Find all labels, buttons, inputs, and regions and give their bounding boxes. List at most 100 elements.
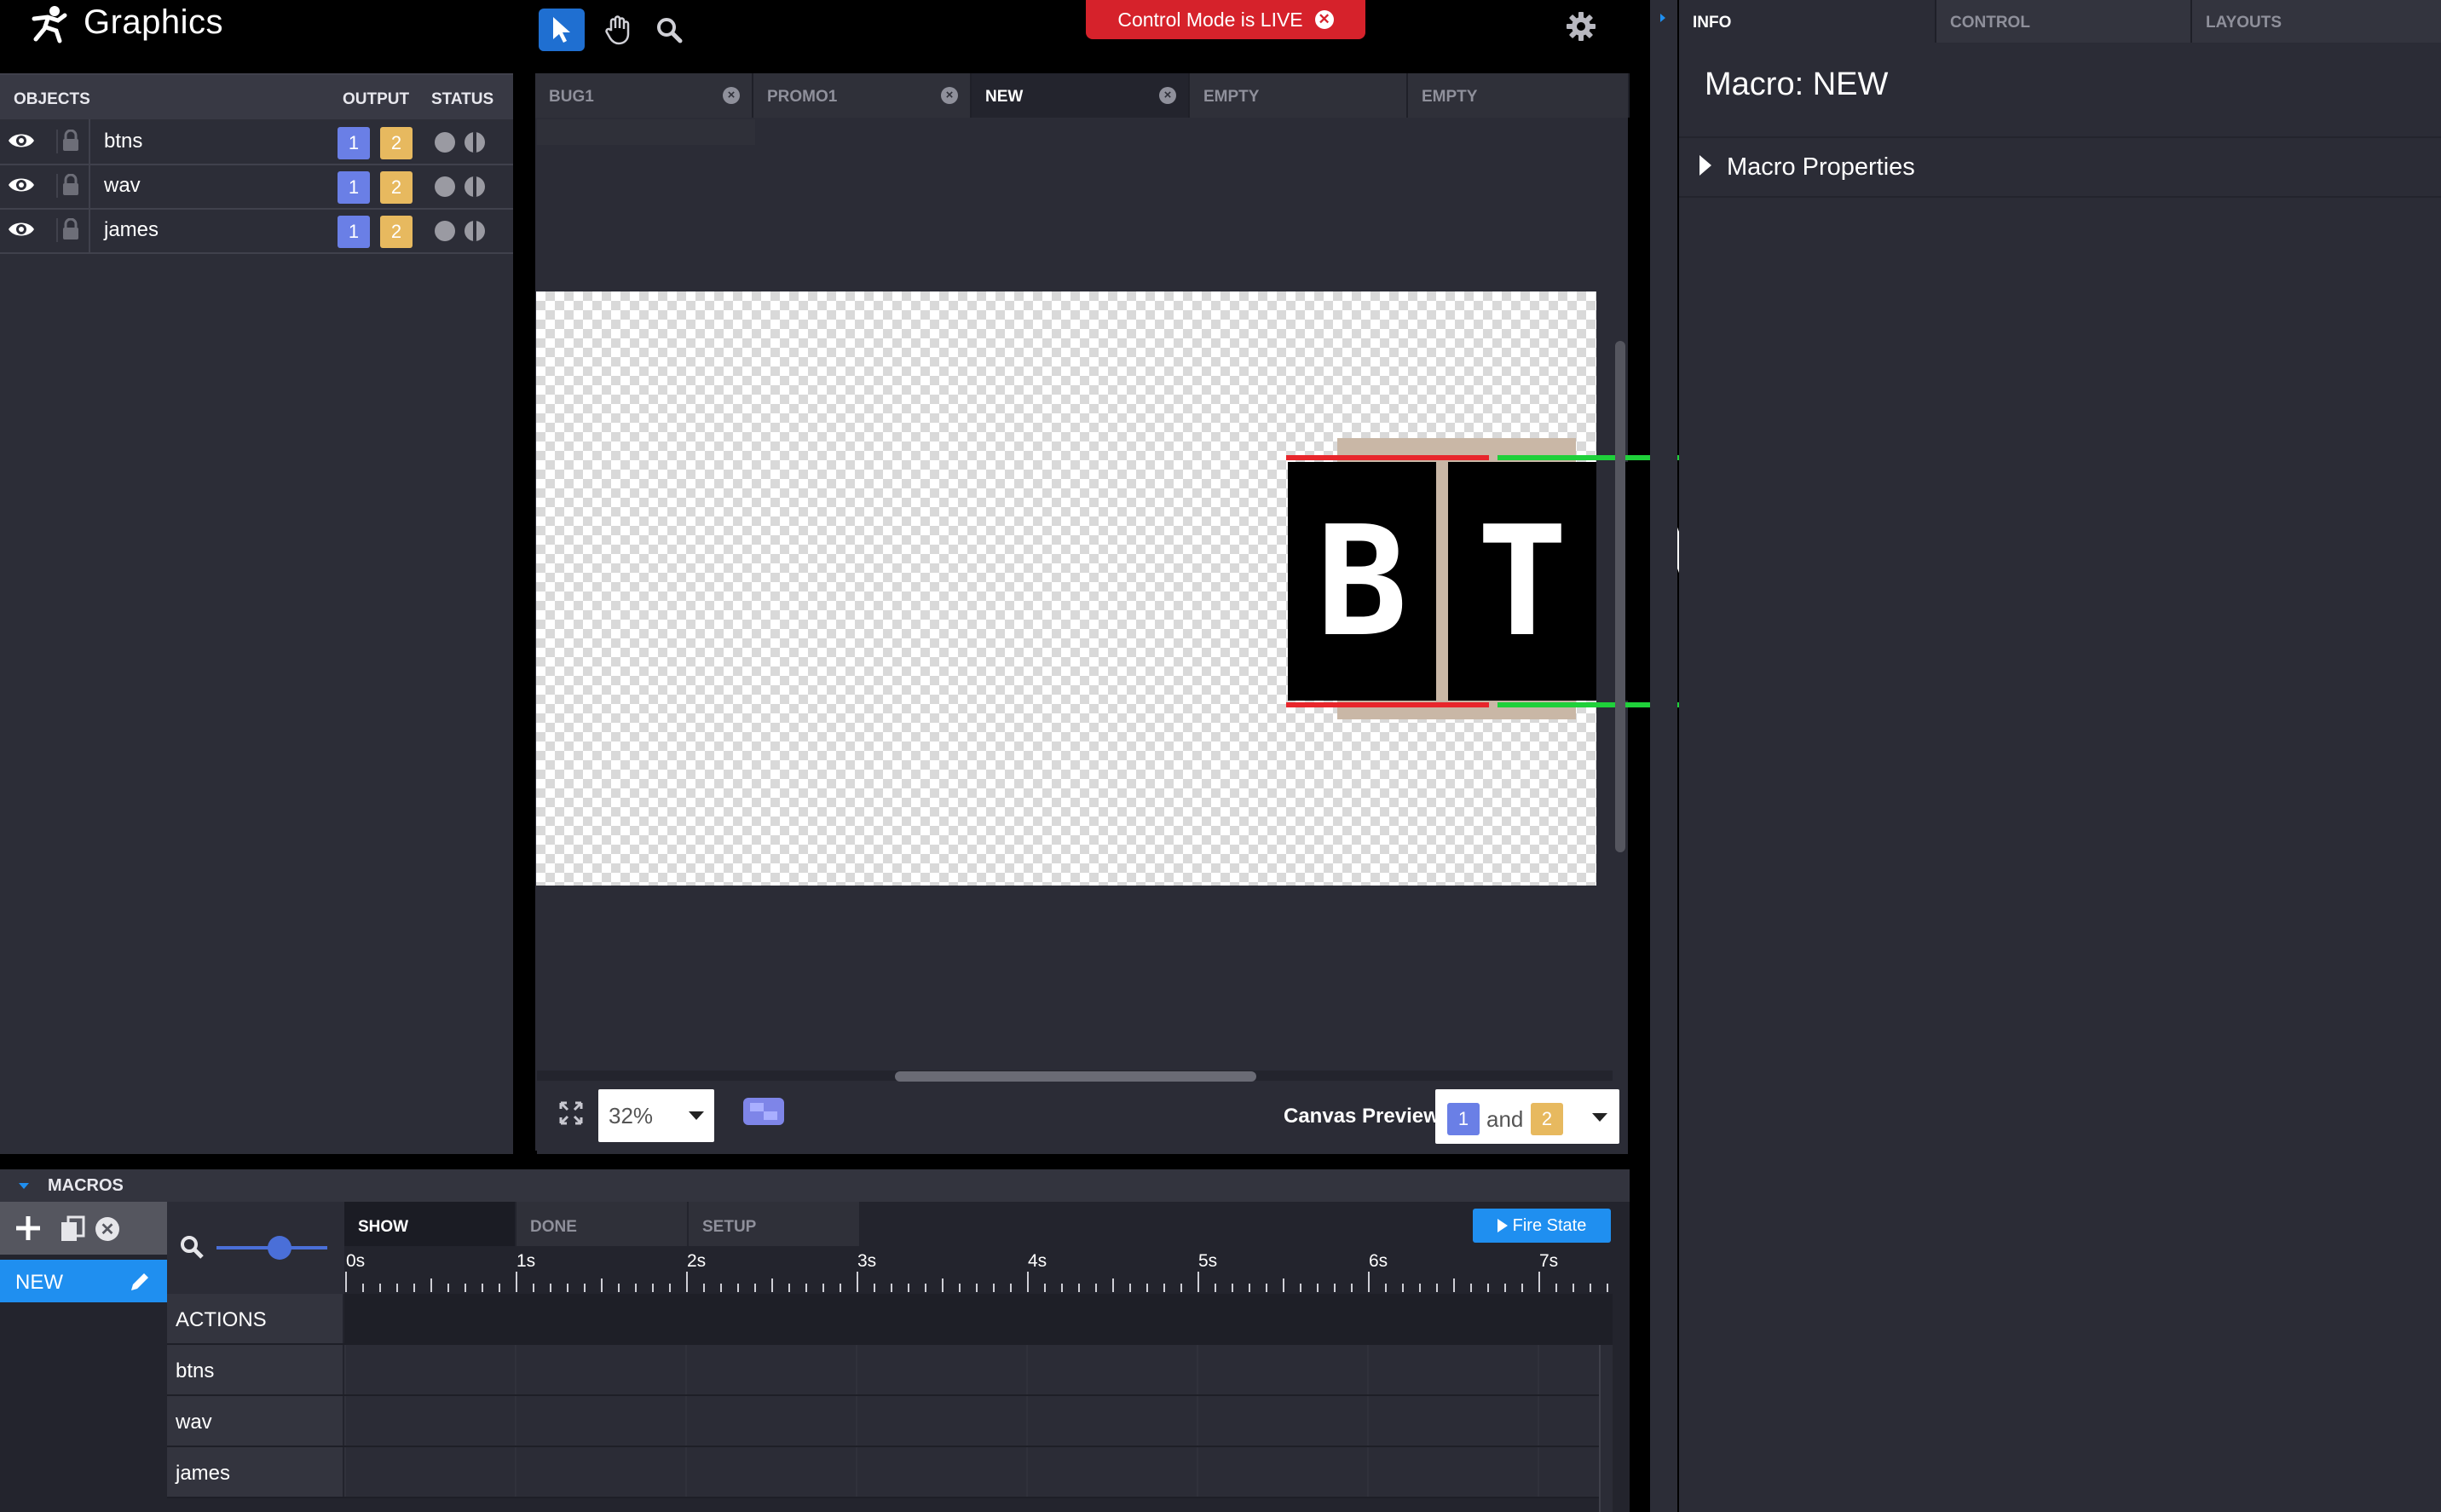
objects-panel: OBJECTS OUTPUT STATUS btns 1 2 wav 1 2 j…	[0, 73, 513, 1154]
live-mode-label: Control Mode is LIVE	[1117, 8, 1303, 31]
tab-bug1[interactable]: BUG1 ×	[535, 73, 753, 118]
macros-header[interactable]: MACROS	[0, 1169, 1630, 1202]
status-split-icon[interactable]	[465, 221, 485, 241]
object-row-wav[interactable]: wav 1 2	[0, 164, 513, 210]
track-label-text: btns	[176, 1359, 215, 1382]
preview-output-2: 2	[1531, 1103, 1563, 1135]
play-icon	[1497, 1219, 1508, 1232]
timeline-ruler[interactable]: 0s 1s 2s 3s 4s 5s 6s 7s	[344, 1246, 1613, 1294]
output-2-toggle[interactable]: 2	[380, 171, 413, 204]
track-body[interactable]	[344, 1447, 1613, 1497]
zoom-value: 32%	[609, 1103, 654, 1128]
close-icon[interactable]: ×	[941, 87, 958, 104]
status-dot-icon[interactable]	[435, 132, 455, 153]
edit-pencil-icon[interactable]	[128, 1270, 152, 1298]
timeline-vertical-scrollbar[interactable]	[1599, 1345, 1613, 1512]
eye-icon[interactable]	[7, 174, 38, 198]
collapse-caret-icon[interactable]	[19, 1183, 29, 1189]
eye-icon[interactable]	[7, 130, 38, 153]
ruler-label: 0s	[346, 1251, 366, 1271]
object-row-james[interactable]: james 1 2	[0, 208, 513, 254]
grid-line	[856, 1447, 857, 1497]
canvas-preview-select[interactable]: 1 and 2	[1435, 1089, 1619, 1144]
lock-icon[interactable]	[56, 217, 87, 242]
grid-line	[1026, 1345, 1028, 1394]
right-panel-divider[interactable]	[1650, 0, 1677, 1512]
track-label-text: wav	[176, 1411, 212, 1434]
settings-button[interactable]	[1561, 7, 1601, 46]
red-line-top	[1286, 455, 1489, 460]
close-icon[interactable]: ✕	[1314, 10, 1334, 29]
track-body[interactable]	[344, 1294, 1613, 1343]
close-icon[interactable]: ×	[723, 87, 740, 104]
letter-tile: B	[1288, 462, 1436, 701]
pan-tool-button[interactable]	[595, 9, 641, 51]
fire-state-button[interactable]: Fire State	[1473, 1209, 1611, 1243]
tab-empty-2[interactable]: EMPTY	[1408, 73, 1630, 118]
timeline-zoom-slider-knob[interactable]	[268, 1236, 291, 1260]
canvas-horizontal-scrollbar[interactable]	[895, 1071, 1256, 1082]
select-tool-button[interactable]	[539, 9, 585, 51]
track-label-text: james	[176, 1462, 231, 1485]
expand-triangle-icon	[1699, 155, 1711, 176]
zoom-select[interactable]: 32%	[598, 1089, 714, 1142]
macros-title: MACROS	[48, 1176, 124, 1195]
gear-icon	[1567, 12, 1596, 41]
macro-heading: Macro: NEW	[1705, 66, 1889, 102]
magnifier-icon	[657, 18, 683, 43]
collapse-arrow-icon[interactable]	[1660, 14, 1665, 22]
track-body[interactable]	[344, 1345, 1613, 1394]
eye-icon[interactable]	[7, 218, 38, 242]
output-2-toggle[interactable]: 2	[380, 216, 413, 248]
tab-promo1[interactable]: PROMO1 ×	[753, 73, 972, 118]
track-body[interactable]	[344, 1396, 1613, 1446]
tab-new[interactable]: NEW ×	[972, 73, 1190, 118]
cursor-icon	[553, 17, 570, 43]
tab-control[interactable]: CONTROL	[1936, 0, 2192, 43]
macro-properties-section[interactable]: Macro Properties	[1679, 136, 2441, 198]
tab-empty-1[interactable]: EMPTY	[1190, 73, 1408, 118]
search-icon	[179, 1234, 205, 1264]
canvas-vertical-scrollbar[interactable]	[1615, 341, 1625, 852]
add-icon[interactable]	[14, 1214, 43, 1247]
grid-line	[856, 1345, 857, 1394]
preview-and-label: and	[1486, 1106, 1524, 1132]
ruler-label: 5s	[1198, 1251, 1218, 1271]
status-dot-icon[interactable]	[435, 221, 455, 241]
grid-line	[1197, 1447, 1198, 1497]
zoom-tool-button[interactable]	[646, 9, 692, 51]
object-row-btns[interactable]: btns 1 2	[0, 119, 513, 165]
tab-setup[interactable]: SETUP	[689, 1202, 859, 1246]
grid-line	[515, 1447, 516, 1497]
app-logo-icon	[29, 3, 70, 44]
status-split-icon[interactable]	[465, 132, 485, 153]
tab-layouts[interactable]: LAYOUTS	[2192, 0, 2441, 43]
live-mode-banner[interactable]: Control Mode is LIVE ✕	[1086, 0, 1365, 39]
objects-column-header: OBJECTS	[14, 90, 90, 108]
grid-line	[1197, 1345, 1198, 1394]
tab-done[interactable]: DONE	[516, 1202, 687, 1246]
output-1-toggle[interactable]: 1	[338, 171, 370, 204]
close-icon[interactable]: ×	[1159, 87, 1176, 104]
chevron-down-icon	[1592, 1113, 1607, 1122]
tab-info[interactable]: INFO	[1679, 0, 1936, 43]
grid-line	[685, 1447, 687, 1497]
background-toggle-button[interactable]	[743, 1098, 784, 1125]
tab-show[interactable]: SHOW	[344, 1202, 515, 1246]
lock-icon[interactable]	[56, 173, 87, 198]
fit-screen-icon[interactable]	[557, 1099, 586, 1128]
macro-item-new[interactable]: NEW	[0, 1260, 167, 1302]
tab-label: EMPTY	[1422, 88, 1478, 106]
status-split-icon[interactable]	[465, 176, 485, 197]
canvas-stage[interactable]: B T N S	[536, 291, 1929, 886]
duplicate-icon[interactable]	[60, 1215, 87, 1247]
grid-line	[1367, 1345, 1369, 1394]
output-2-toggle[interactable]: 2	[380, 127, 413, 159]
lock-icon[interactable]	[56, 129, 87, 153]
status-dot-icon[interactable]	[435, 176, 455, 197]
output-1-toggle[interactable]: 1	[338, 216, 370, 248]
tab-label: DONE	[530, 1218, 577, 1236]
delete-icon[interactable]: ✕	[95, 1217, 119, 1241]
output-1-toggle[interactable]: 1	[338, 127, 370, 159]
tab-label: LAYOUTS	[2206, 14, 2282, 32]
